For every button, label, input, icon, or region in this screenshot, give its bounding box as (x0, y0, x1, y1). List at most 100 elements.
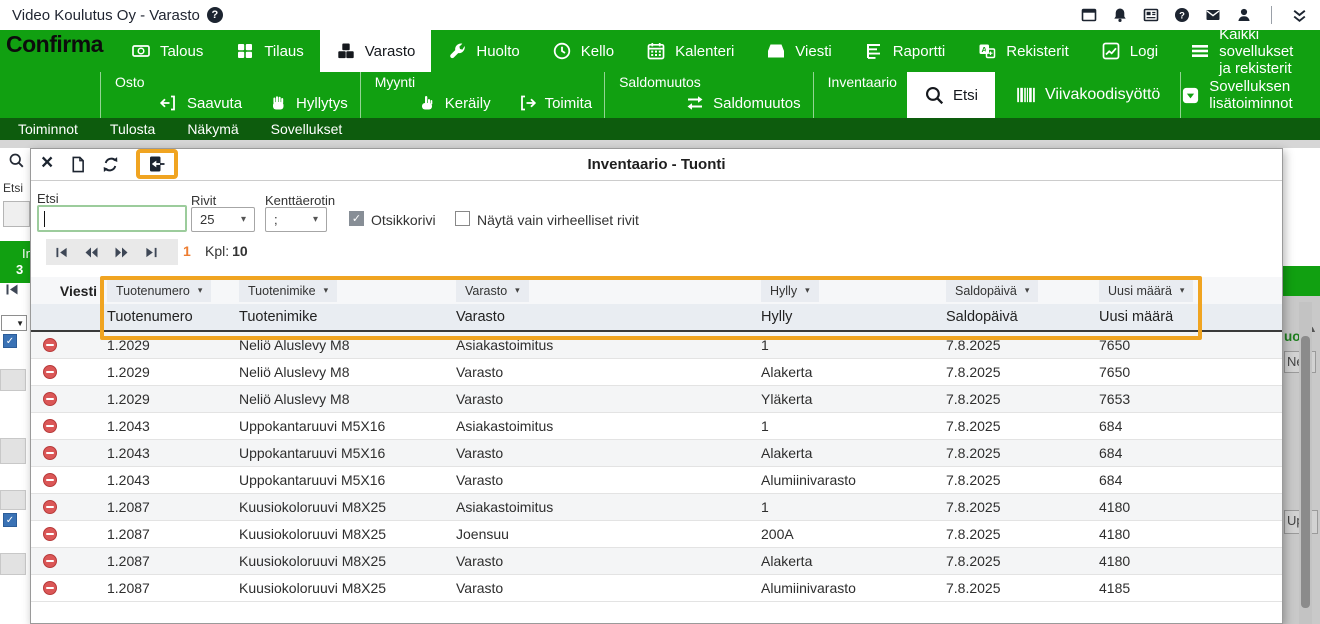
cell-value: Uppokantaruuvi M5X16 (239, 418, 385, 434)
first-page-button[interactable] (56, 247, 68, 258)
nav-button-keraily[interactable]: Keräily (417, 93, 491, 113)
table-row[interactable]: 1.2087Kuusiokoloruuvi M8X25Asiakastoimit… (31, 494, 1282, 521)
nav-button-saldomuutos[interactable]: Saldomuutos (685, 93, 801, 113)
help-icon[interactable]: ? (1174, 7, 1190, 23)
table-cell: 7650 (1099, 332, 1284, 358)
message-column-label: Viesti (60, 283, 97, 299)
column-filter-select[interactable]: Hylly▾ (761, 280, 819, 302)
nav-group-myynti: Myynti Keräily Toimita (360, 72, 604, 118)
column-filter-select[interactable]: Saldopäivä▾ (946, 280, 1038, 302)
cell-value: 4180 (1099, 553, 1130, 569)
close-icon[interactable]: × (41, 154, 53, 172)
scrollbar-thumb[interactable] (1301, 336, 1310, 608)
table-cell: 1 (761, 413, 946, 439)
column-filter-select[interactable]: Tuotenumero▾ (107, 280, 211, 302)
cell-value: Asiakastoimitus (456, 499, 553, 515)
table-row[interactable]: 1.2043Uppokantaruuvi M5X16VarastoAlumiin… (31, 467, 1282, 494)
table-row[interactable]: 1.2029Neliö Aluslevy M8VarastoAlakerta7.… (31, 359, 1282, 386)
error-status-icon (43, 446, 57, 460)
nav-button-extra-functions[interactable]: Sovelluksen lisätoiminnot (1181, 78, 1320, 112)
notifications-bell-icon[interactable] (1112, 7, 1128, 23)
table-row[interactable]: 1.2087Kuusiokoloruuvi M8X25VarastoAlumii… (31, 575, 1282, 602)
column-filter-select[interactable]: Varasto▾ (456, 280, 529, 302)
refresh-icon[interactable] (102, 156, 119, 173)
table-cell: Kuusiokoloruuvi M8X25 (239, 494, 456, 520)
menu-tulosta[interactable]: Tulosta (110, 121, 155, 137)
underlying-search-input[interactable] (3, 201, 30, 227)
cell-value: 7.8.2025 (946, 526, 1001, 542)
underlying-mini-dropdown[interactable]: ▼ (1, 315, 27, 331)
underlying-checkbox-1[interactable]: ✓ (3, 334, 17, 348)
last-page-button[interactable] (145, 247, 157, 258)
barcode-icon (1015, 84, 1037, 106)
underlying-cell (0, 369, 26, 391)
nav-item-huolto[interactable]: Huolto (431, 30, 535, 72)
table-row[interactable]: 1.2029Neliö Aluslevy M8VarastoYläkerta7.… (31, 386, 1282, 413)
chart-line-icon (1101, 41, 1121, 61)
underlying-cell (0, 438, 26, 464)
errors-only-checkbox-label: Näytä vain virheelliset rivit (477, 212, 639, 228)
next-page-button[interactable] (115, 247, 128, 258)
import-icon[interactable] (147, 155, 167, 173)
double-chevron-down-icon[interactable] (1291, 8, 1308, 23)
nav-button-hyllytys[interactable]: Hyllytys (268, 93, 348, 113)
rows-select[interactable]: 25▾ (191, 207, 255, 232)
nav-item-logi[interactable]: Logi (1085, 30, 1174, 72)
nav-item-all-apps[interactable]: Kaikki sovellukset ja rekisterit (1174, 30, 1320, 72)
table-row[interactable]: 1.2087Kuusiokoloruuvi M8X25VarastoAlaker… (31, 548, 1282, 575)
dropdown-square-icon (1181, 86, 1200, 105)
table-cell (31, 359, 107, 385)
cell-value: 7.8.2025 (946, 391, 1001, 407)
nav-button-viivakoodisyotto[interactable]: Viivakoodisyöttö (1015, 84, 1160, 106)
table-row[interactable]: 1.2087Kuusiokoloruuvi M8X25Joensuu200A7.… (31, 521, 1282, 548)
column-filter-select[interactable]: Uusi määrä▾ (1099, 280, 1193, 302)
nav-button-toimita[interactable]: Toimita (517, 93, 593, 113)
menu-toiminnot[interactable]: Toiminnot (18, 121, 78, 137)
table-row[interactable]: 1.2029Neliö Aluslevy M8Asiakastoimitus17… (31, 332, 1282, 359)
table-row[interactable]: 1.2043Uppokantaruuvi M5X16Asiakastoimitu… (31, 413, 1282, 440)
cell-value: 1.2087 (107, 526, 150, 542)
nav-item-varasto[interactable]: Varasto (320, 30, 432, 72)
new-document-icon[interactable] (70, 156, 85, 173)
title-help-icon[interactable]: ? (207, 7, 223, 23)
pagination (46, 239, 178, 265)
table-cell (31, 440, 107, 466)
nav-item-talous[interactable]: Talous (115, 30, 219, 72)
cell-value: 1.2043 (107, 472, 150, 488)
menubar: Toiminnot Tulosta Näkymä Sovellukset (0, 118, 1320, 140)
cell-value: 7.8.2025 (946, 418, 1001, 434)
cell-value: 684 (1099, 418, 1122, 434)
menu-nakyma[interactable]: Näkymä (187, 121, 238, 137)
current-page-number[interactable]: 1 (183, 243, 191, 259)
header-row-checkbox-label: Otsikkorivi (371, 212, 436, 228)
table-cell: 7653 (1099, 386, 1284, 412)
nav-item-tilaus[interactable]: Tilaus (219, 30, 319, 72)
nav-group-inventaario: Inventaario Etsi Viivakoodisyöttö (813, 72, 1182, 118)
prev-page-button[interactable] (85, 247, 98, 258)
table-row[interactable]: 1.2043Uppokantaruuvi M5X16VarastoAlakert… (31, 440, 1282, 467)
menu-sovellukset[interactable]: Sovellukset (271, 121, 343, 137)
errors-only-checkbox[interactable] (455, 211, 470, 226)
underlying-checkbox-2[interactable]: ✓ (3, 513, 17, 527)
column-filter-select[interactable]: Tuotenimike▾ (239, 280, 337, 302)
news-icon[interactable] (1143, 7, 1159, 23)
nav-button-etsi[interactable]: Etsi (907, 72, 995, 118)
nav-item-kalenteri[interactable]: Kalenteri (630, 30, 750, 72)
nav-item-kello[interactable]: Kello (536, 30, 630, 72)
table-cell: Kuusiokoloruuvi M8X25 (239, 575, 456, 601)
table-cell: Alumiinivarasto (761, 467, 946, 493)
table-cell: 1 (761, 494, 946, 520)
header-row-checkbox[interactable]: ✓ (349, 211, 364, 226)
user-icon[interactable] (1236, 7, 1252, 23)
window-icon[interactable] (1081, 7, 1097, 23)
search-input[interactable] (37, 205, 187, 232)
nav-item-viesti[interactable]: Viesti (750, 30, 847, 72)
mail-icon[interactable] (1205, 7, 1221, 23)
nav-button-saavuta[interactable]: Saavuta (159, 93, 242, 113)
separator-select[interactable]: ;▾ (265, 207, 327, 232)
dialog-title: Inventaario - Tuonti (31, 156, 1282, 173)
nav-item-rekisterit[interactable]: A Rekisterit (961, 30, 1085, 72)
nav-item-raportti[interactable]: Raportti (848, 30, 962, 72)
cell-value: Kuusiokoloruuvi M8X25 (239, 499, 386, 515)
underlying-first-page-icon[interactable] (6, 284, 19, 295)
